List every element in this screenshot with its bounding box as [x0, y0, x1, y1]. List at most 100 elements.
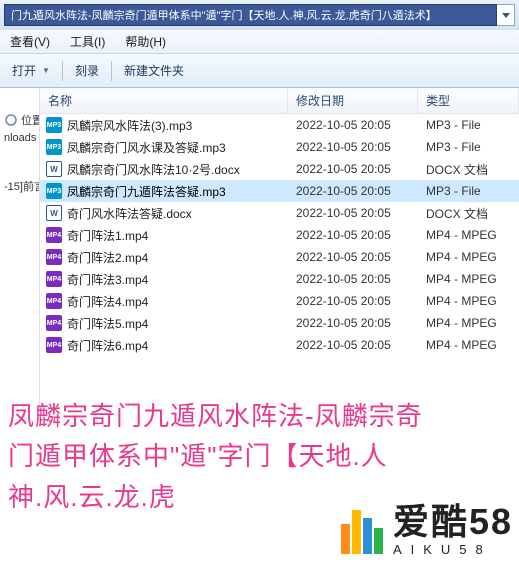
file-date: 2022-10-05 20:05 [288, 206, 418, 220]
file-date: 2022-10-05 20:05 [288, 316, 418, 330]
overlay-caption: 凤麟宗奇门九遁风水阵法-凤麟宗奇 门遁甲体系中"遁"字门【天地.人 神.风.云.… [8, 396, 519, 517]
file-name-cell: MP4 奇门阵法4.mp4 [40, 293, 288, 310]
mp4-file-icon: MP4 [46, 249, 62, 265]
menu-tools[interactable]: 工具(I) [60, 30, 115, 53]
file-row[interactable]: MP4奇门阵法3.mp42022-10-05 20:05MP4 - MPEG [40, 268, 519, 290]
file-name-cell: W奇门风水阵法答疑.docx [40, 205, 288, 222]
file-type: DOCX 文档 [418, 205, 519, 222]
watermark-text: 爱酷58 AIKU58 [393, 504, 513, 557]
file-row[interactable]: MP4 奇门阵法5.mp4 2022-10-05 20:05MP4 - MPEG [40, 312, 519, 334]
mp3-file-icon: MP3 [46, 183, 62, 199]
new-folder-button[interactable]: 新建文件夹 [116, 59, 192, 83]
address-bar: 门九遁风水阵法-凤麟宗奇门遁甲体系中"遁"字门【天地.人.神.风.云.龙.虎奇门… [0, 0, 519, 30]
sidebar-label: -15]前言 [4, 178, 40, 194]
watermark-cn: 爱酷58 [393, 504, 513, 540]
file-name: 凤麟宗风水阵法(3).mp3 [67, 117, 192, 134]
file-name-cell: MP4 奇门阵法2.mp4 [40, 249, 288, 266]
file-name: 凤麟宗奇门九遁阵法答疑.mp3 [67, 183, 226, 200]
overlay-line: 门遁甲体系中"遁"字门【天地.人 [8, 436, 519, 476]
toolbar: 打开 ▼ 刻录 新建文件夹 [0, 54, 519, 88]
file-name-cell: MP4奇门阵法3.mp4 [40, 271, 288, 288]
file-pane: 名称 修改日期 类型 MP3 凤麟宗风水阵法(3).mp3 2022-10-05 2… [40, 88, 519, 411]
address-dropdown-button[interactable] [497, 4, 515, 26]
file-date: 2022-10-05 20:05 [288, 140, 418, 154]
file-name: 凤麟宗奇门风水阵法10·2号.docx [67, 161, 240, 178]
file-row[interactable]: MP4 奇门阵法4.mp4 2022-10-05 20:05MP4 - MPEG [40, 290, 519, 312]
sidebar-item[interactable]: 位置 [2, 110, 37, 130]
file-row[interactable]: MP3 凤麟宗奇门风水课及答疑.mp3 2022-10-05 20:05MP3 - … [40, 136, 519, 158]
menu-view[interactable]: 查看(V) [0, 30, 60, 53]
file-name: 奇门阵法4.mp4 [67, 293, 148, 310]
file-name-cell: W 凤麟宗奇门风水阵法10·2号.docx [40, 161, 288, 178]
file-name-cell: MP3 凤麟宗奇门九遁阵法答疑.mp3 [40, 183, 288, 200]
sidebar-item[interactable]: -15]前言 [2, 176, 37, 196]
file-name: 奇门阵法2.mp4 [67, 249, 148, 266]
overlay-line: 凤麟宗奇门九遁风水阵法-凤麟宗奇 [8, 396, 519, 436]
sidebar-label: 位置 [21, 112, 40, 128]
file-name: 奇门阵法5.mp4 [67, 315, 148, 332]
toolbar-separator [62, 61, 63, 81]
file-name: 凤麟宗奇门风水课及答疑.mp3 [67, 139, 226, 156]
file-type: MP4 - MPEG [418, 338, 519, 352]
watermark-logo-icon [341, 508, 387, 554]
file-date: 2022-10-05 20:05 [288, 250, 418, 264]
burn-button[interactable]: 刻录 [67, 59, 107, 83]
file-date: 2022-10-05 20:05 [288, 294, 418, 308]
file-date: 2022-10-05 20:05 [288, 118, 418, 132]
mp4-file-icon: MP4 [46, 293, 62, 309]
file-name: 奇门阵法6.mp4 [67, 337, 148, 354]
column-type[interactable]: 类型 [418, 88, 519, 113]
file-list: MP3凤麟宗风水阵法(3).mp32022-10-05 20:05MP3 - F… [40, 114, 519, 356]
sidebar-label: nloads [4, 132, 36, 144]
file-row[interactable]: MP4 奇门阵法6.mp4 2022-10-05 20:05MP4 - MPEG [40, 334, 519, 356]
file-date: 2022-10-05 20:05 [288, 184, 418, 198]
menu-bar: 查看(V) 工具(I) 帮助(H) [0, 30, 519, 54]
file-name-cell: MP4奇门阵法1.mp4 [40, 227, 288, 244]
sidebar: 位置 nloads -15]前言 [0, 88, 40, 411]
docx-file-icon: W [46, 161, 62, 177]
file-row[interactable]: W 凤麟宗奇门风水阵法10·2号.docx 2022-10-05 20:05DOCX… [40, 158, 519, 180]
file-name: 奇门阵法1.mp4 [67, 227, 148, 244]
file-type: MP4 - MPEG [418, 294, 519, 308]
file-type: MP4 - MPEG [418, 228, 519, 242]
file-name-cell: MP3 凤麟宗奇门风水课及答疑.mp3 [40, 139, 288, 156]
file-date: 2022-10-05 20:05 [288, 272, 418, 286]
file-name-cell: MP3 凤麟宗风水阵法(3).mp3 [40, 117, 288, 134]
column-name[interactable]: 名称 [40, 88, 288, 113]
file-row[interactable]: MP4 奇门阵法2.mp4 2022-10-05 20:05MP4 - MPEG [40, 246, 519, 268]
open-button[interactable]: 打开 ▼ [4, 59, 58, 83]
mp3-file-icon: MP3 [46, 139, 62, 155]
file-type: MP3 - File [418, 184, 519, 198]
mp4-file-icon: MP4 [46, 337, 62, 353]
file-type: MP4 - MPEG [418, 250, 519, 264]
location-icon [4, 113, 18, 127]
file-type: MP3 - File [418, 118, 519, 132]
file-date: 2022-10-05 20:05 [288, 338, 418, 352]
mp4-file-icon: MP4 [46, 271, 62, 287]
open-label: 打开 [12, 62, 36, 79]
toolbar-separator [111, 61, 112, 81]
column-date[interactable]: 修改日期 [288, 88, 418, 113]
mp3-file-icon: MP3 [46, 117, 62, 133]
sidebar-item[interactable]: nloads [2, 130, 37, 146]
file-row[interactable]: MP3 凤麟宗奇门九遁阵法答疑.mp3 2022-10-05 20:05MP3 - … [40, 180, 519, 202]
chevron-down-icon: ▼ [42, 66, 50, 75]
watermark-en: AIKU58 [393, 542, 492, 557]
file-row[interactable]: W奇门风水阵法答疑.docx2022-10-05 20:05DOCX 文档 [40, 202, 519, 224]
file-date: 2022-10-05 20:05 [288, 228, 418, 242]
file-type: MP4 - MPEG [418, 316, 519, 330]
file-name-cell: MP4 奇门阵法6.mp4 [40, 337, 288, 354]
file-row[interactable]: MP3 凤麟宗风水阵法(3).mp3 2022-10-05 20:05MP3 - F… [40, 114, 519, 136]
mp4-file-icon: MP4 [46, 315, 62, 331]
file-type: DOCX 文档 [418, 161, 519, 178]
column-headers: 名称 修改日期 类型 [40, 88, 519, 114]
file-type: MP4 - MPEG [418, 272, 519, 286]
address-path[interactable]: 门九遁风水阵法-凤麟宗奇门遁甲体系中"遁"字门【天地.人.神.风.云.龙.虎奇门… [4, 4, 497, 26]
file-date: 2022-10-05 20:05 [288, 162, 418, 176]
file-type: MP3 - File [418, 140, 519, 154]
file-name: 奇门风水阵法答疑.docx [67, 205, 192, 222]
file-row[interactable]: MP4奇门阵法1.mp42022-10-05 20:05MP4 - MPEG [40, 224, 519, 246]
menu-help[interactable]: 帮助(H) [115, 30, 176, 53]
file-name-cell: MP4 奇门阵法5.mp4 [40, 315, 288, 332]
content-area: 位置 nloads -15]前言 名称 修改日期 类型 MP3 凤麟宗风水阵法(3… [0, 88, 519, 411]
